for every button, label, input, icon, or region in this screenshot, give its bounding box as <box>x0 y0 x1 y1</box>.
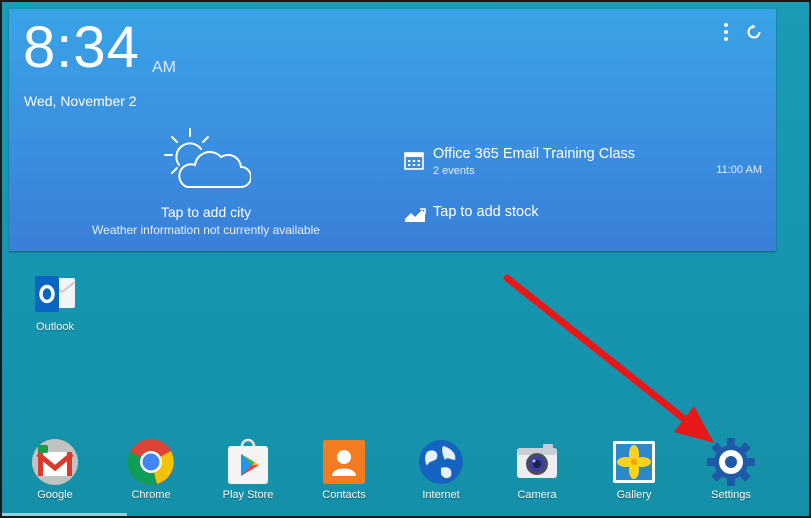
settings-icon <box>707 438 755 486</box>
play-store-icon <box>224 438 272 486</box>
calendar-event-title[interactable]: Office 365 Email Training Class <box>433 146 635 162</box>
clock-ampm: AM <box>152 59 176 76</box>
refresh-icon[interactable] <box>746 24 762 40</box>
google-folder-icon <box>31 438 79 486</box>
internet-icon <box>417 438 465 486</box>
app-label: Google <box>37 489 73 501</box>
app-label: Camera <box>517 489 557 501</box>
weather-sun-cloud-icon[interactable] <box>159 127 251 193</box>
weather-add-city-label[interactable]: Tap to add city <box>9 204 403 220</box>
app-label: Internet <box>422 489 460 501</box>
app-settings[interactable]: Settings <box>690 438 772 501</box>
app-play-store[interactable]: Play Store <box>207 438 289 501</box>
clock-weather-widget[interactable]: 8:34 AM Wed, November 2 Tap to add city … <box>9 9 776 251</box>
more-options-icon[interactable] <box>724 23 728 41</box>
clock-time: 8:34 <box>23 15 140 80</box>
camera-icon <box>513 438 561 486</box>
widget-controls <box>724 23 762 41</box>
chrome-icon <box>127 438 175 486</box>
app-outlook[interactable]: Outlook <box>14 270 96 333</box>
bottom-indicator <box>2 513 127 516</box>
stock-chart-icon <box>405 208 426 222</box>
add-stock-label[interactable]: Tap to add stock <box>433 204 539 220</box>
app-label: Play Store <box>222 489 274 501</box>
app-label: Chrome <box>131 489 171 501</box>
app-label: Contacts <box>322 489 366 501</box>
weather-status-label: Weather information not currently availa… <box>92 223 320 237</box>
app-label: Outlook <box>36 321 74 333</box>
clock-date: Wed, November 2 <box>24 93 137 109</box>
home-screen: 8:34 AM Wed, November 2 Tap to add city … <box>0 0 811 518</box>
gallery-icon <box>610 438 658 486</box>
app-google[interactable]: Google <box>14 438 96 501</box>
app-camera[interactable]: Camera <box>496 438 578 501</box>
calendar-icon <box>404 152 424 170</box>
app-internet[interactable]: Internet <box>400 438 482 501</box>
app-label: Settings <box>711 489 751 501</box>
contacts-icon <box>320 438 368 486</box>
app-contacts[interactable]: Contacts <box>303 438 385 501</box>
calendar-event-time: 11:00 AM <box>716 164 762 176</box>
app-gallery[interactable]: Gallery <box>593 438 675 501</box>
app-chrome[interactable]: Chrome <box>110 438 192 501</box>
app-label: Gallery <box>616 489 652 501</box>
calendar-event-count: 2 events <box>433 165 475 177</box>
outlook-icon <box>31 270 79 318</box>
